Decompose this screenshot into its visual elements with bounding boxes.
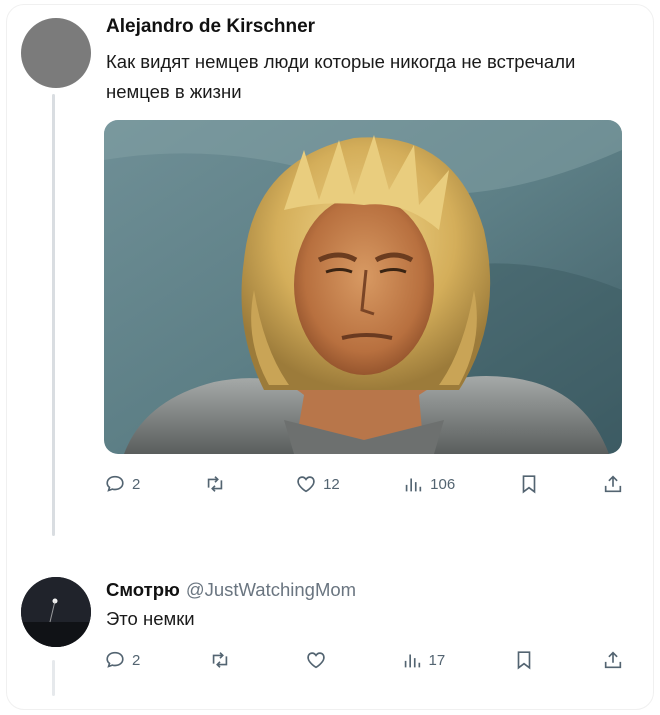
retweet-icon (212, 652, 227, 668)
views-button[interactable]: 106 (402, 473, 455, 495)
reply-author-avatar[interactable] (21, 577, 91, 647)
heart-icon (307, 652, 325, 669)
retweet-icon (207, 476, 222, 492)
tweet-text: Как видят немцев люди которые никогда не… (106, 51, 576, 102)
views-count: 17 (428, 651, 446, 669)
retweet-button[interactable] (208, 649, 238, 671)
reply-icon (106, 651, 124, 668)
thread-line (52, 660, 55, 696)
share-icon (604, 651, 622, 669)
reply-author-handle: @JustWatchingMom (185, 579, 357, 600)
views-button[interactable]: 17 (401, 649, 446, 671)
reply-button[interactable]: 2 (104, 473, 140, 495)
bookmark-icon (517, 651, 530, 670)
thread-line (52, 94, 55, 536)
views-icon (405, 478, 422, 492)
bookmark-button[interactable] (513, 649, 535, 671)
share-button[interactable] (602, 473, 624, 495)
reply-author-name: Смотрю (106, 579, 180, 600)
reply-button[interactable]: 2 (104, 649, 140, 671)
retweet-button[interactable] (203, 473, 233, 495)
reply-count: 2 (132, 651, 141, 669)
photo-of-man-with-blond-hair-in-armor (104, 120, 622, 454)
reply-author[interactable]: Смотрю @JustWatchingMom (106, 579, 356, 601)
bookmark-button[interactable] (518, 473, 540, 495)
like-count: 12 (323, 475, 340, 493)
tweet-image[interactable] (104, 120, 622, 454)
like-button[interactable] (305, 649, 333, 671)
views-count: 106 (430, 475, 456, 493)
like-button[interactable]: 12 (295, 473, 340, 495)
bookmark-icon (522, 475, 535, 494)
author-avatar[interactable] (21, 18, 91, 88)
night-sky-avatar-icon (21, 577, 91, 647)
share-button[interactable] (602, 649, 624, 671)
reply-icon (106, 475, 124, 492)
views-icon (404, 654, 420, 668)
heart-icon (297, 476, 315, 493)
share-icon (604, 475, 622, 493)
reply-count: 2 (132, 475, 141, 493)
reply-text: Это немки (106, 608, 195, 629)
tweet-actions: 2 12 106 (104, 470, 624, 498)
reply-actions: 2 17 (104, 646, 624, 674)
author-name[interactable]: Alejandro de Kirschner (106, 16, 315, 38)
